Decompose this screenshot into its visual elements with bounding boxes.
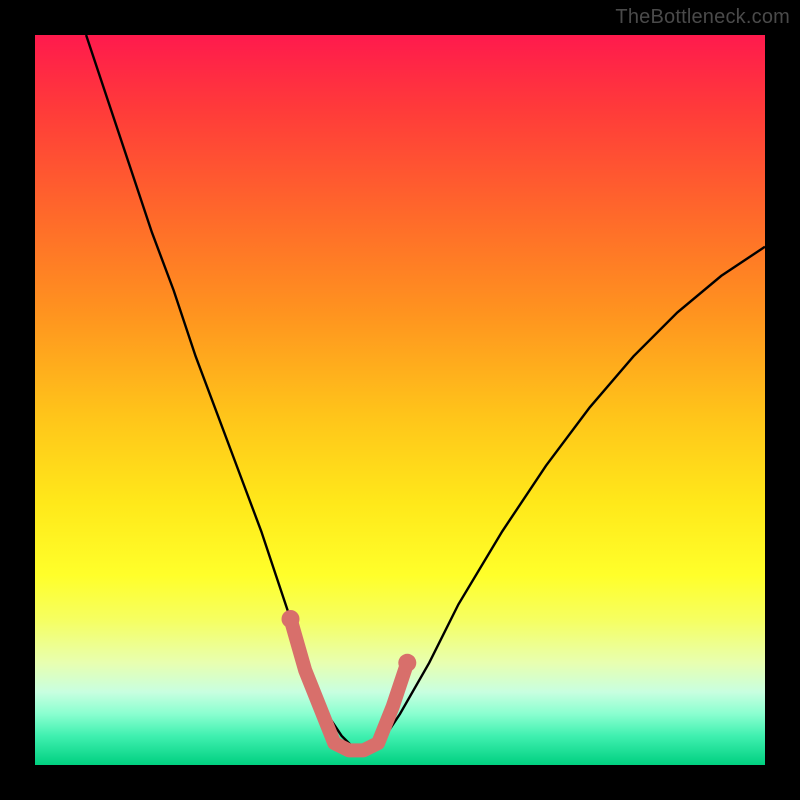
main-curve-group bbox=[86, 35, 765, 750]
plot-area bbox=[35, 35, 765, 765]
chart-svg bbox=[35, 35, 765, 765]
bottleneck-curve bbox=[86, 35, 765, 750]
valley-marker-dot bbox=[282, 610, 300, 628]
valley-highlight-group bbox=[282, 610, 417, 750]
chart-frame: TheBottleneck.com bbox=[0, 0, 800, 800]
valley-marker-dot bbox=[398, 654, 416, 672]
valley-marker-line bbox=[291, 619, 408, 750]
watermark-text: TheBottleneck.com bbox=[615, 6, 790, 29]
